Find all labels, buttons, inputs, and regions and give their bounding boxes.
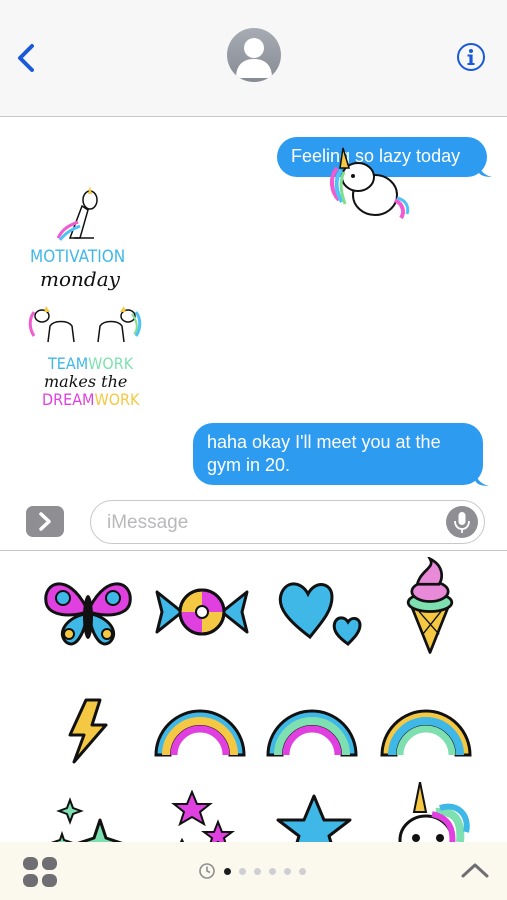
info-circle-icon[interactable] <box>456 42 486 72</box>
motivation-monday-sticker[interactable]: MOTIVATION monday <box>30 186 135 296</box>
sticker-text-makes-the: makes the <box>44 372 128 391</box>
rainbow-yellow-sticker[interactable] <box>376 680 476 780</box>
microphone-icon <box>454 512 470 533</box>
bubble-tail <box>478 163 492 177</box>
teamwork-sticker[interactable]: TEAMWORK makes the DREAMWORK <box>28 302 143 412</box>
sticker-text-work: WORK <box>88 354 134 373</box>
two-unicorns-illustration <box>28 306 142 343</box>
chevron-up-icon[interactable] <box>460 860 490 880</box>
message-thread: Feeling so lazy today MOTIVATION monday <box>0 118 507 496</box>
page-dot[interactable] <box>269 868 276 875</box>
sticker-text-motivation: MOTIVATION <box>30 247 126 267</box>
app-drawer-bar <box>0 842 507 900</box>
unicorn-head-sticker[interactable] <box>380 782 480 842</box>
hearts-sticker[interactable] <box>270 562 370 662</box>
app-grid-icon[interactable] <box>22 856 58 888</box>
star-blue-sticker[interactable] <box>264 790 364 842</box>
dictation-button[interactable] <box>446 506 478 538</box>
sticker-tray <box>0 552 507 842</box>
butterfly-sticker[interactable] <box>38 562 138 662</box>
sticker-text-monday: monday <box>40 267 120 291</box>
message-text: haha okay I'll meet you at the gym in 20… <box>207 432 441 475</box>
stars-sticker[interactable] <box>152 790 252 842</box>
page-dot[interactable] <box>254 868 261 875</box>
rainbow-teal-sticker[interactable] <box>262 680 362 780</box>
bubble-tail <box>475 472 489 486</box>
sticker-line-dreamwork: DREAMWORK <box>42 390 139 409</box>
rainbow-pink-sticker[interactable] <box>150 680 250 780</box>
page-dot[interactable] <box>224 868 231 875</box>
clock-icon[interactable] <box>198 862 216 880</box>
message-composer: iMessage <box>0 496 507 551</box>
conversation-header <box>0 0 507 117</box>
yoga-unicorn-illustration <box>56 186 98 241</box>
sticker-text-work-2: WORK <box>94 390 140 409</box>
sticker-line-teamwork: TEAMWORK <box>48 355 134 373</box>
lightning-sticker[interactable] <box>38 680 138 780</box>
candy-sticker[interactable] <box>152 562 252 662</box>
page-dot[interactable] <box>284 868 291 875</box>
chevron-left-icon[interactable] <box>12 40 42 76</box>
apps-expand-button[interactable] <box>26 506 64 537</box>
page-dot[interactable] <box>239 868 246 875</box>
sticker-text-dream: DREAM <box>42 390 95 409</box>
message-input[interactable]: iMessage <box>90 500 485 544</box>
avatar[interactable] <box>227 28 281 82</box>
lazy-unicorn-sticker[interactable] <box>325 140 410 220</box>
sent-message-bubble[interactable]: haha okay I'll meet you at the gym in 20… <box>193 423 483 485</box>
page-dot[interactable] <box>299 868 306 875</box>
chevron-right-icon <box>39 512 51 531</box>
sticker-text-team: TEAM <box>48 354 89 373</box>
person-silhouette-icon <box>236 38 272 78</box>
ice-cream-sticker[interactable] <box>380 557 480 657</box>
sparkles-sticker[interactable] <box>40 790 140 842</box>
message-input-placeholder: iMessage <box>107 512 189 533</box>
